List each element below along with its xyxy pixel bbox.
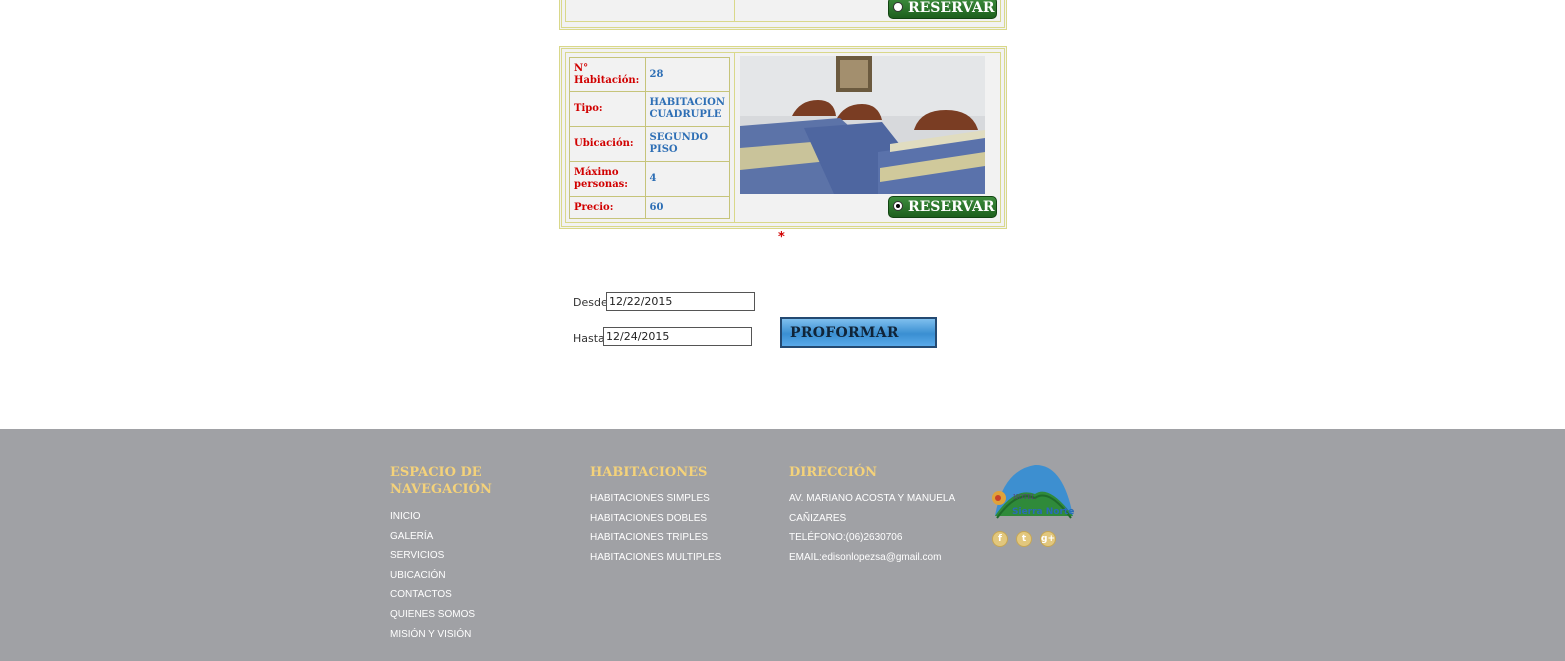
required-asterisk: * — [778, 230, 785, 245]
reservar-button-previous[interactable]: RESERVAR — [888, 0, 997, 19]
footer-address-column: DIRECCIÓN AV. MARIANO ACOSTA Y MANUELA C… — [789, 464, 979, 567]
price-value: 60 — [644, 196, 731, 219]
hasta-label: Hasta — [573, 332, 605, 345]
room-type-label: Tipo: — [569, 91, 646, 127]
divider — [565, 21, 1001, 22]
svg-text:HOTEL: HOTEL — [1013, 494, 1036, 501]
footer-nav-column: ESPACIO DE NAVEGACIÓN INICIO GALERÍA SER… — [390, 464, 550, 644]
footer-link-quienes-somos[interactable]: QUIENES SOMOS — [390, 605, 550, 625]
footer-link-inicio[interactable]: INICIO — [390, 507, 550, 527]
footer-link-dobles[interactable]: HABITACIONES DOBLES — [590, 509, 770, 529]
divider — [1000, 0, 1001, 22]
facebook-icon[interactable]: f — [992, 531, 1008, 547]
divider — [565, 0, 566, 22]
desde-label: Desde — [573, 296, 608, 309]
room-location-label: Ubicación: — [569, 126, 646, 162]
room-number-label: N° Habitación: — [569, 57, 646, 92]
desde-date-input[interactable] — [606, 292, 755, 311]
room-type-value: HABITACION CUADRUPLE — [644, 91, 731, 127]
footer — [0, 429, 1565, 661]
footer-link-mision-vision[interactable]: MISIÓN Y VISIÓN — [390, 625, 550, 645]
address-line: AV. MARIANO ACOSTA Y MANUELA — [789, 493, 956, 504]
table-row: Máximo personas: 4 — [569, 161, 731, 197]
footer-link-triples[interactable]: HABITACIONES TRIPLES — [590, 528, 770, 548]
footer-rooms-links: HABITACIONES SIMPLES HABITACIONES DOBLES… — [590, 489, 770, 567]
footer-link-galeria[interactable]: GALERÍA — [390, 527, 550, 547]
max-persons-label: Máximo personas: — [569, 161, 646, 197]
table-row: Tipo: HABITACION CUADRUPLE — [569, 91, 731, 127]
hasta-date-input[interactable] — [603, 327, 752, 346]
footer-link-servicios[interactable]: SERVICIOS — [390, 546, 550, 566]
footer-link-ubicacion[interactable]: UBICACIÓN — [390, 566, 550, 586]
table-row: Ubicación: SEGUNDO PISO — [569, 126, 731, 162]
address-line: CAÑIZARES — [789, 512, 847, 524]
radio-icon — [893, 2, 903, 12]
radio-selected-icon — [893, 201, 903, 211]
footer-link-contactos[interactable]: CONTACTOS — [390, 585, 550, 605]
reservar-label: RESERVAR — [908, 199, 995, 215]
footer-link-simples[interactable]: HABITACIONES SIMPLES — [590, 489, 770, 509]
footer-rooms-column: HABITACIONES HABITACIONES SIMPLES HABITA… — [590, 464, 770, 567]
table-row: N° Habitación: 28 — [569, 57, 731, 92]
divider — [734, 0, 735, 22]
room-number-value: 28 — [644, 57, 731, 92]
footer-address-lines: AV. MARIANO ACOSTA Y MANUELA CAÑIZARES T… — [789, 489, 979, 567]
proformar-button[interactable]: PROFORMAR — [780, 317, 937, 348]
room-location-value: SEGUNDO PISO — [644, 126, 731, 162]
footer-address-title: DIRECCIÓN — [789, 465, 878, 480]
footer-nav-links: INICIO GALERÍA SERVICIOS UBICACIÓN CONTA… — [390, 507, 550, 644]
reservar-label: RESERVAR — [908, 0, 995, 16]
footer-link-multiples[interactable]: HABITACIONES MULTIPLES — [590, 548, 770, 568]
email-line: EMAIL:edisonlopezsa@gmail.com — [789, 551, 942, 563]
table-row: Precio: 60 — [569, 196, 731, 219]
footer-rooms-title: HABITACIONES — [590, 465, 708, 480]
reservar-button[interactable]: RESERVAR — [888, 196, 997, 218]
price-label: Precio: — [569, 196, 646, 219]
max-persons-value: 4 — [644, 161, 731, 197]
twitter-icon[interactable]: t — [1016, 531, 1032, 547]
google-plus-icon[interactable]: g+ — [1040, 531, 1056, 547]
footer-nav-title: ESPACIO DE NAVEGACIÓN — [390, 465, 492, 497]
room-info-table: N° Habitación: 28 Tipo: HABITACION CUADR… — [569, 57, 731, 219]
svg-text:Sierra Norte: Sierra Norte — [1012, 507, 1074, 517]
phone-line: TELÉFONO:(06)2630706 — [789, 532, 903, 544]
divider — [734, 52, 735, 223]
hotel-logo: HOTEL Sierra Norte — [987, 464, 1075, 520]
room-photo — [740, 56, 985, 194]
